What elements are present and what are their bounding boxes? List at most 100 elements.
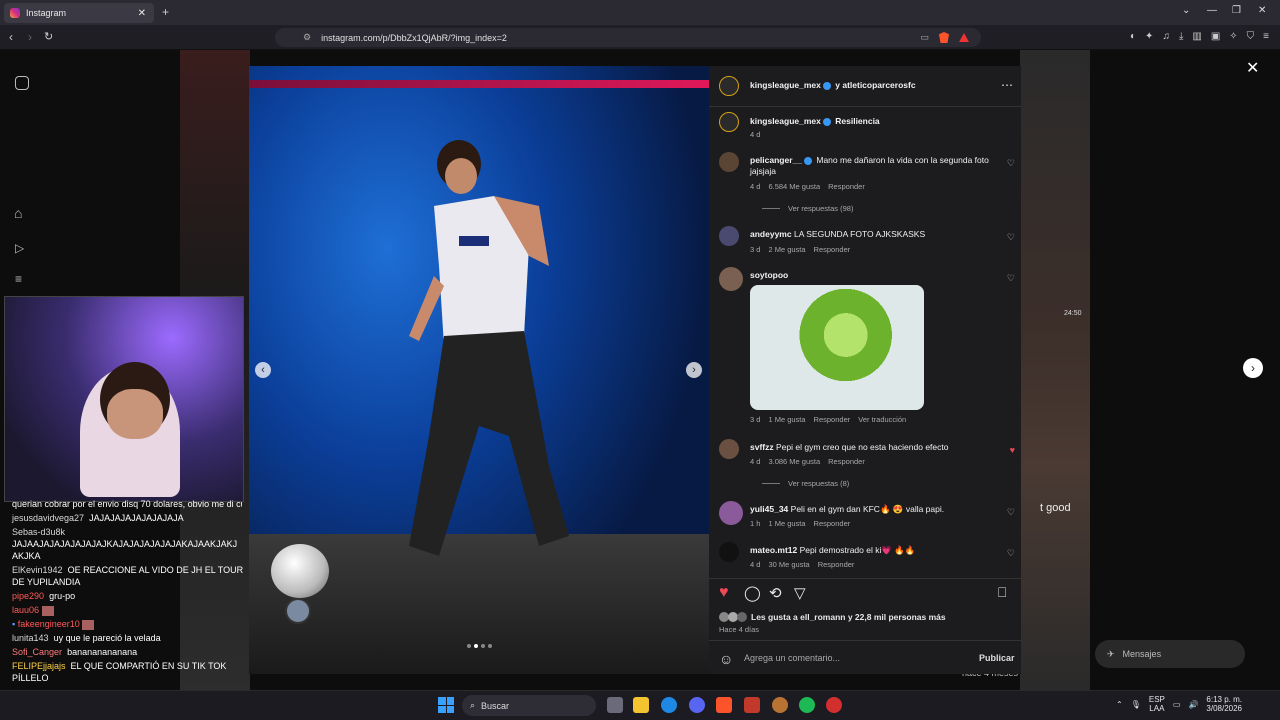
comment-likes[interactable]: 1 Me gusta xyxy=(768,415,805,424)
next-post-button[interactable]: › xyxy=(1243,358,1263,378)
close-icon[interactable]: ✕ xyxy=(1246,58,1259,78)
brave-rewards-icon[interactable] xyxy=(959,33,969,42)
avatar[interactable] xyxy=(719,226,739,246)
comment-icon[interactable]: ◯ xyxy=(744,584,761,602)
clock[interactable]: 6:13 p. m. 3/08/2026 xyxy=(1206,695,1242,713)
brave-shields-icon[interactable] xyxy=(939,32,949,43)
sidebar-icon[interactable]: ▥ xyxy=(1192,31,1201,42)
more-icon[interactable]: ≡ xyxy=(15,272,22,286)
address-bar[interactable]: ⚙ instagram.com/p/DbbZx1QjAbR/?img_index… xyxy=(275,28,981,47)
post-author[interactable]: kingsleague_mex xyxy=(750,80,821,90)
chrome-icon[interactable] xyxy=(661,697,677,713)
reply-button[interactable]: Responder xyxy=(818,560,855,569)
view-replies-label[interactable]: Ver respuestas (8) xyxy=(788,479,849,488)
comment-user[interactable]: mateo.mt12 xyxy=(750,545,797,555)
browser-tab[interactable]: Instagram ✕ xyxy=(4,3,154,23)
more-options-icon[interactable]: ⋯ xyxy=(1001,78,1013,92)
forward-icon[interactable]: › xyxy=(28,30,32,44)
app-icon[interactable] xyxy=(826,697,842,713)
tagged-user-avatar[interactable] xyxy=(285,598,311,624)
likes-summary[interactable]: Les gusta a ell_romann y 22,8 mil person… xyxy=(751,612,946,622)
share-icon[interactable]: ▽ xyxy=(794,584,806,602)
chat-user[interactable]: lunita143 xyxy=(12,633,49,643)
tab-list-icon[interactable]: ⌄ xyxy=(1182,5,1190,16)
reload-icon[interactable]: ↻ xyxy=(44,30,53,43)
tray-expand-icon[interactable]: ⌃ xyxy=(1116,700,1123,709)
media-icon[interactable]: ♫ xyxy=(1162,31,1170,42)
chat-user[interactable]: Sofi_Canger xyxy=(12,647,62,657)
comment-user[interactable]: pelicanger__ xyxy=(750,155,802,165)
repost-icon[interactable]: ⟲ xyxy=(769,584,782,602)
app-icon[interactable] xyxy=(744,697,760,713)
view-replies[interactable]: Ver respuestas (8) xyxy=(762,479,849,488)
messages-button[interactable]: ✈ Mensajes xyxy=(1095,640,1245,668)
avatar[interactable] xyxy=(719,439,739,459)
comment-likes[interactable]: 3.086 Me gusta xyxy=(768,457,820,466)
comment-user[interactable]: yuli45_34 xyxy=(750,504,788,514)
post-image[interactable] xyxy=(249,66,709,674)
comment-likes[interactable]: 6.584 Me gusta xyxy=(768,182,820,191)
liked-comment-icon[interactable]: ♥ xyxy=(1010,445,1015,455)
avatar[interactable] xyxy=(719,112,739,132)
reels-icon[interactable]: ▷ xyxy=(15,241,24,255)
cast-icon[interactable]: ▭ xyxy=(920,32,929,43)
comment-user[interactable]: andeyymc xyxy=(750,229,792,239)
chat-user[interactable]: ElKevin1942 xyxy=(12,565,63,575)
emoji-icon[interactable]: ☺ xyxy=(719,651,733,667)
avatar[interactable] xyxy=(719,267,743,291)
view-replies-label[interactable]: Ver respuestas (98) xyxy=(788,204,853,213)
back-icon[interactable]: ‹ xyxy=(9,30,13,44)
taskbar-search[interactable]: ⌕ Buscar xyxy=(462,695,596,716)
avatar[interactable] xyxy=(719,501,743,525)
like-comment-icon[interactable]: ♡ xyxy=(1007,507,1015,518)
downloads-icon[interactable]: ⤓ xyxy=(1179,31,1183,42)
wallet-icon[interactable]: ▣ xyxy=(1211,31,1220,42)
comment-user[interactable]: svffzz xyxy=(750,442,774,452)
menu-icon[interactable]: ≡ xyxy=(1263,31,1269,42)
chat-user[interactable]: fakeengineer10 xyxy=(18,619,80,629)
comment-likes[interactable]: 30 Me gusta xyxy=(768,560,809,569)
site-info-icon[interactable]: ⚙ xyxy=(303,32,311,43)
mic-icon[interactable]: 🎙 xyxy=(1131,700,1141,709)
comment-likes[interactable]: 1 Me gusta xyxy=(768,519,805,528)
close-tab-icon[interactable]: ✕ xyxy=(138,8,146,19)
reply-button[interactable]: Responder xyxy=(814,519,851,528)
reply-button[interactable]: Responder xyxy=(828,182,865,191)
publish-button[interactable]: Publicar xyxy=(979,653,1015,663)
network-icon[interactable]: ▭ xyxy=(1173,700,1181,709)
comment-user[interactable]: soytopoo xyxy=(750,270,788,280)
comment-image[interactable] xyxy=(750,285,924,410)
start-icon[interactable] xyxy=(438,697,454,713)
file-explorer-icon[interactable] xyxy=(633,697,649,713)
puzzle-icon[interactable]: ✦ xyxy=(1145,31,1153,42)
extension-icon[interactable]: ◐ xyxy=(1130,31,1136,42)
caption-author[interactable]: kingsleague_mex xyxy=(750,116,821,126)
chat-user[interactable]: jesusdavidvega27 xyxy=(12,513,84,523)
brave-icon[interactable] xyxy=(716,697,732,713)
discord-icon[interactable] xyxy=(689,697,705,713)
like-comment-icon[interactable]: ♡ xyxy=(1007,158,1015,169)
leo-icon[interactable]: ✧ xyxy=(1229,31,1237,42)
comment-likes[interactable]: 2 Me gusta xyxy=(768,245,805,254)
minimize-icon[interactable]: — xyxy=(1207,5,1217,16)
post-collab[interactable]: y atleticoparcerosfc xyxy=(835,80,915,90)
like-comment-icon[interactable]: ♡ xyxy=(1007,548,1015,559)
avatar[interactable] xyxy=(719,542,739,562)
reply-button[interactable]: Responder xyxy=(814,415,851,424)
translate-button[interactable]: Ver traducción xyxy=(858,415,906,424)
maximize-icon[interactable]: ❐ xyxy=(1232,5,1241,16)
like-comment-icon[interactable]: ♡ xyxy=(1007,273,1015,284)
vpn-icon[interactable]: ⛉ xyxy=(1247,31,1255,42)
carousel-next-button[interactable]: › xyxy=(686,362,702,378)
obs-icon[interactable] xyxy=(772,697,788,713)
task-view-icon[interactable] xyxy=(607,697,623,713)
language-indicator[interactable]: ESP LAA xyxy=(1149,695,1165,713)
like-comment-icon[interactable]: ♡ xyxy=(1007,232,1015,243)
avatar[interactable] xyxy=(719,76,739,96)
carousel-prev-button[interactable]: ‹ xyxy=(255,362,271,378)
chat-user[interactable]: lauu06 xyxy=(12,605,39,615)
spotify-icon[interactable] xyxy=(799,697,815,713)
chat-user[interactable]: FELIPEjjajajs xyxy=(12,661,66,671)
instagram-icon[interactable] xyxy=(15,76,29,90)
chat-user[interactable]: Sebas-d3u8k xyxy=(12,527,65,537)
